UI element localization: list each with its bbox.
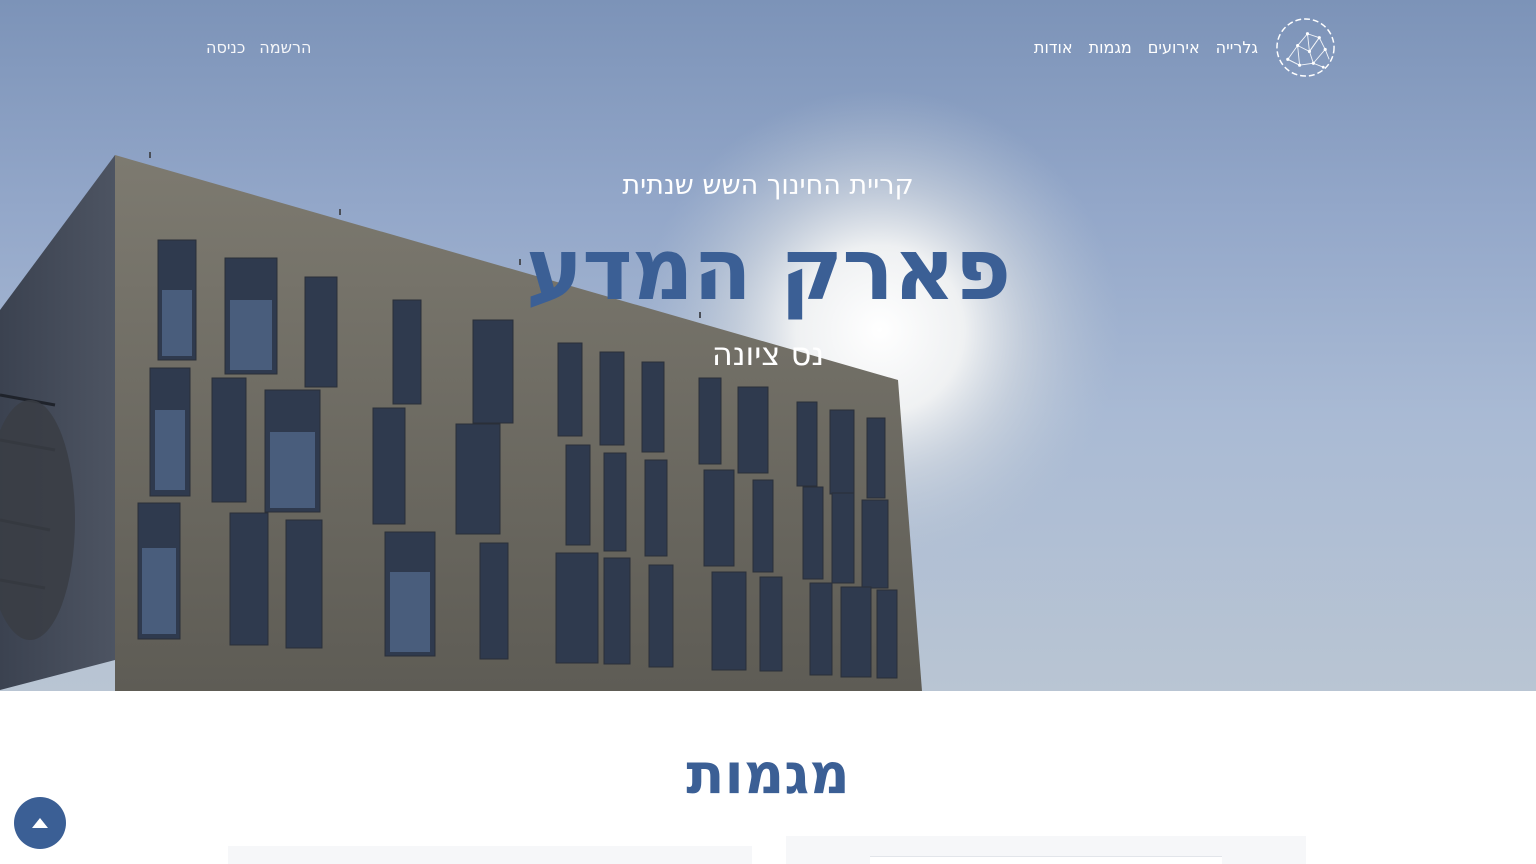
hero-text: קריית החינוך השש שנתית פארק המדע נס ציונ… [0, 0, 1536, 691]
hero-subtitle: קריית החינוך השש שנתית [622, 170, 914, 201]
hero-section: אודות מגמות אירועים גלרייה כניסה הרשמה ק… [0, 0, 1536, 691]
arrow-up-icon [32, 818, 48, 828]
section-title-majors: מגמות [686, 742, 850, 807]
major-card[interactable] [228, 846, 752, 864]
hero-title: פארק המדע [525, 220, 1011, 320]
hero-city: נס ציונה [711, 335, 825, 373]
major-card-content [870, 856, 1222, 864]
scroll-to-top-button[interactable] [14, 797, 66, 849]
